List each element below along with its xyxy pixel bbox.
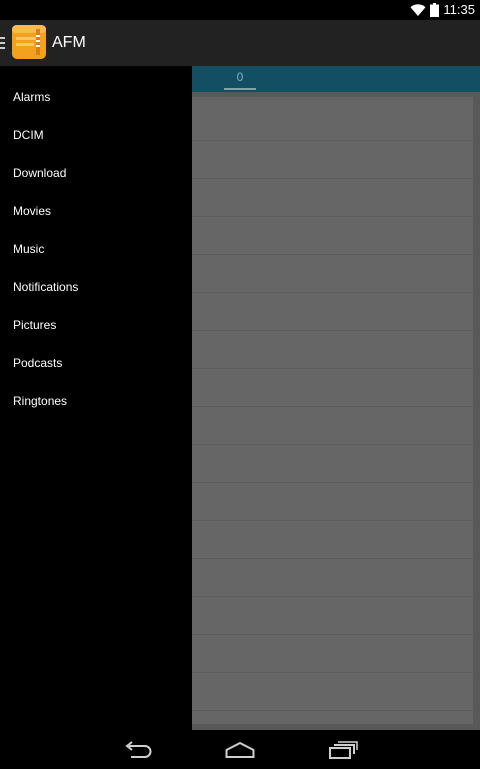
list-item[interactable] [192,217,473,255]
battery-icon [430,3,440,17]
list-item[interactable] [192,179,473,217]
list-item[interactable] [192,407,473,445]
list-item[interactable] [192,673,473,711]
drawer-item-podcasts[interactable]: Podcasts [0,344,192,382]
drawer-item-movies[interactable]: Movies [0,192,192,230]
list-item[interactable] [192,255,473,293]
home-button[interactable] [210,730,270,769]
list-item[interactable] [192,483,473,521]
drawer-item-alarms[interactable]: Alarms [0,78,192,116]
home-icon [225,741,255,758]
path-tab-bar: 0 [192,66,480,92]
action-bar: AFM [0,20,480,66]
list-item[interactable] [192,559,473,597]
recents-button[interactable] [313,730,373,769]
list-item[interactable] [192,597,473,635]
navigation-drawer: Alarms DCIM Download Movies Music Notifi… [0,66,192,730]
wifi-icon [410,4,426,16]
list-item[interactable] [192,331,473,369]
drawer-item-notifications[interactable]: Notifications [0,268,192,306]
list-item[interactable] [192,369,473,407]
recents-icon [329,741,358,759]
list-item[interactable] [192,97,473,141]
drawer-item-dcim[interactable]: DCIM [0,116,192,154]
hamburger-icon [0,37,5,49]
system-nav-bar [0,730,480,769]
drawer-toggle-button[interactable] [0,20,50,66]
drawer-item-music[interactable]: Music [0,230,192,268]
status-time: 11:35 [443,2,475,17]
status-bar: 11:35 [0,0,480,20]
drawer-item-download[interactable]: Download [0,154,192,192]
drawer-item-pictures[interactable]: Pictures [0,306,192,344]
file-list-panel [192,97,473,724]
list-item[interactable] [192,141,473,179]
status-icons: 11:35 [410,0,475,20]
app-icon [12,25,46,59]
drawer-list: Alarms DCIM Download Movies Music Notifi… [0,66,192,420]
list-item[interactable] [192,293,473,331]
drawer-item-ringtones[interactable]: Ringtones [0,382,192,420]
back-icon [125,741,152,758]
app-title: AFM [52,34,86,51]
tab-label: 0 [236,70,244,84]
list-item[interactable] [192,445,473,483]
list-item[interactable] [192,521,473,559]
tab-0[interactable]: 0 [224,66,256,92]
tab-indicator [224,88,256,90]
back-button[interactable] [108,730,168,769]
file-list [192,92,480,730]
screen: 11:35 AFM 0 Alarms DCIM Download Movies … [0,0,480,769]
list-item[interactable] [192,635,473,673]
